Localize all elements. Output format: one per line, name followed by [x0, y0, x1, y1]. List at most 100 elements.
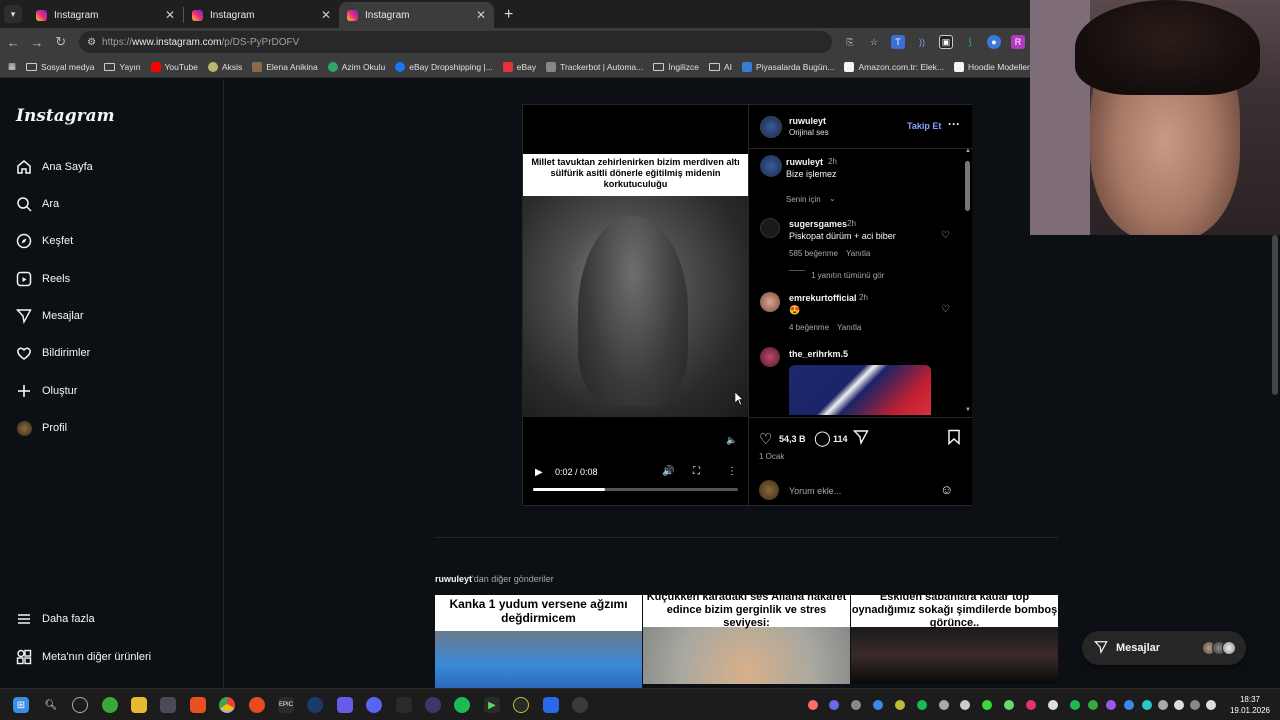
emoji-icon[interactable]: ☺: [940, 482, 953, 497]
comments-scrollbar[interactable]: ▲ ▼: [964, 148, 972, 415]
view-replies-link[interactable]: 1 yanıtın tümünü gör: [811, 271, 884, 280]
comment-bubble-icon[interactable]: ◯: [814, 429, 831, 447]
sidebar-item-more[interactable]: Daha fazla: [16, 611, 95, 627]
store-icon[interactable]: [160, 697, 176, 713]
tray-icon[interactable]: [895, 700, 905, 710]
bookmark-item[interactable]: Aksis: [207, 61, 242, 72]
tray-icon[interactable]: [829, 700, 839, 710]
comment-count[interactable]: 114: [833, 434, 848, 444]
obs-icon[interactable]: [72, 697, 88, 713]
tray-icon[interactable]: [1142, 700, 1152, 710]
app-icon[interactable]: [572, 697, 588, 713]
like-heart-icon[interactable]: ♡: [759, 430, 772, 448]
chrome-icon[interactable]: [219, 697, 235, 713]
scroll-down-icon[interactable]: ▼: [965, 407, 971, 413]
author-avatar[interactable]: [760, 155, 782, 177]
tab-search-button[interactable]: ▾: [4, 5, 22, 23]
forward-icon[interactable]: →: [27, 35, 48, 50]
spotify-icon[interactable]: [454, 697, 470, 713]
audio-extension-icon[interactable]: )): [915, 35, 929, 49]
author-username[interactable]: ruwuleyt: [789, 116, 826, 126]
bookmark-item[interactable]: Azim Okulu: [327, 61, 385, 72]
steam-icon[interactable]: [307, 697, 323, 713]
sidebar-item-profile[interactable]: Profil: [16, 420, 67, 436]
commenter-avatar[interactable]: [760, 292, 780, 312]
video-progress-bar[interactable]: [533, 488, 738, 491]
bookmark-item[interactable]: Trackerbot | Automa...: [546, 61, 643, 72]
tray-icon[interactable]: [808, 700, 818, 710]
commenter-avatar[interactable]: [760, 347, 780, 367]
messages-floating-button[interactable]: Mesajlar: [1082, 631, 1246, 665]
tray-icon[interactable]: [1070, 700, 1080, 710]
like-comment-heart-icon[interactable]: ♡: [941, 230, 950, 241]
volume-icon[interactable]: 🔊: [662, 466, 674, 477]
grammar-extension-icon[interactable]: ⟆: [963, 35, 977, 49]
close-tab-icon[interactable]: ✕: [165, 8, 175, 22]
comment-username[interactable]: emrekurtofficial: [789, 293, 857, 303]
blue-extension-icon[interactable]: ●: [986, 35, 1001, 49]
scroll-up-icon[interactable]: ▲: [965, 148, 971, 154]
browser-tab[interactable]: Instagram ✕: [28, 2, 183, 28]
discord-icon[interactable]: [366, 697, 382, 713]
sidebar-item-home[interactable]: Ana Sayfa: [16, 159, 93, 175]
volume-icon[interactable]: [1206, 700, 1216, 710]
instagram-logo[interactable]: Instagram: [16, 106, 115, 126]
bookmark-item[interactable]: Piyasalarda Bugün...: [742, 61, 834, 72]
comment-username[interactable]: ruwuleyt: [786, 157, 823, 167]
tray-icon[interactable]: [982, 700, 992, 710]
fullscreen-icon[interactable]: ⛶: [693, 466, 700, 477]
install-app-icon[interactable]: ⎘: [843, 35, 857, 49]
commenter-avatar[interactable]: [760, 218, 780, 238]
page-scrollbar[interactable]: [1270, 235, 1280, 688]
post-thumbnail[interactable]: Küçükken karadaki ses Allaha hakaret edi…: [643, 595, 850, 688]
like-count[interactable]: 54,3 B: [779, 434, 806, 444]
tray-icon[interactable]: [873, 700, 883, 710]
save-bookmark-icon[interactable]: [947, 429, 961, 447]
bookmark-item[interactable]: Sosyal medya: [26, 62, 94, 72]
author-avatar[interactable]: [760, 116, 782, 138]
comment-image[interactable]: [789, 365, 931, 415]
bookmark-item[interactable]: Elena Anikina: [252, 61, 318, 72]
share-paper-plane-icon[interactable]: [852, 429, 869, 447]
app-icon[interactable]: [396, 697, 412, 713]
comment-username[interactable]: the_erihrkm.5: [789, 349, 848, 359]
tray-icon[interactable]: [1124, 700, 1134, 710]
tray-icon[interactable]: [917, 700, 927, 710]
brave-icon[interactable]: [190, 697, 206, 713]
tray-icon[interactable]: [1106, 700, 1116, 710]
close-tab-icon[interactable]: ✕: [476, 8, 486, 22]
play-icon[interactable]: ▶: [535, 467, 543, 478]
file-explorer-icon[interactable]: [131, 697, 147, 713]
bookmark-item[interactable]: Yayın: [104, 62, 141, 72]
scrollbar-thumb[interactable]: [965, 161, 970, 211]
apps-grid-icon[interactable]: ▦: [8, 61, 16, 72]
follow-button[interactable]: Takip Et: [907, 121, 941, 131]
tray-icon[interactable]: [851, 700, 861, 710]
for-you-dropdown[interactable]: Senin için: [786, 195, 821, 204]
comment-input[interactable]: Yorum ekle...: [789, 486, 841, 496]
app-icon[interactable]: [337, 697, 353, 713]
audio-label[interactable]: Orijinal ses: [789, 128, 829, 137]
bookmark-item[interactable]: AI: [708, 62, 732, 72]
sidebar-item-reels[interactable]: Reels: [16, 271, 70, 287]
new-tab-icon[interactable]: +: [504, 6, 513, 24]
bookmark-item[interactable]: İngilizce: [653, 62, 699, 72]
video-player[interactable]: Millet tavuktan zehirlenirken bizim merd…: [523, 105, 748, 505]
sidebar-item-meta-products[interactable]: Meta'nın diğer ürünleri: [16, 649, 151, 665]
translate-extension-icon[interactable]: T: [890, 35, 905, 49]
bookmark-item[interactable]: eBay: [502, 61, 536, 72]
page-scrollbar-thumb[interactable]: [1272, 235, 1278, 395]
system-clock[interactable]: 18:37 19.01.2026: [1224, 694, 1276, 716]
sidebar-item-notifications[interactable]: Bildirimler: [16, 345, 90, 361]
more-posts-user[interactable]: ruwuleyt: [435, 574, 472, 584]
site-info-icon[interactable]: ⚙: [87, 37, 96, 48]
comment-likes[interactable]: 4 beğenme: [789, 323, 829, 332]
xbox-icon[interactable]: [102, 697, 118, 713]
post-thumbnail[interactable]: Eskiden sabahlara kadar top oynadığımız …: [851, 595, 1058, 688]
close-tab-icon[interactable]: ✕: [321, 8, 331, 22]
browser-tab[interactable]: Instagram ✕: [184, 2, 339, 28]
browser-tab-active[interactable]: Instagram ✕: [339, 2, 494, 28]
app-icon[interactable]: ▶: [484, 697, 500, 713]
tray-icon[interactable]: [939, 700, 949, 710]
bookmark-star-icon[interactable]: ☆: [867, 35, 881, 49]
